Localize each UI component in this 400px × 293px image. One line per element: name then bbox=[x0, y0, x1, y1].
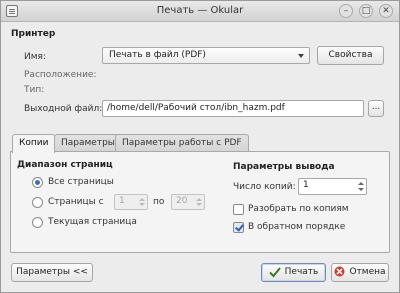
range-to-value: 20 bbox=[176, 196, 188, 206]
print-button-label: Печать bbox=[284, 267, 319, 277]
stepper-down-icon bbox=[139, 203, 145, 206]
range-from-value: 1 bbox=[119, 196, 125, 206]
stepper-up-icon bbox=[358, 182, 364, 185]
copies-count-label: Число копий: bbox=[233, 182, 296, 192]
output-file-input[interactable]: /home/dell/Рабочий стол/ibn_hazm.pdf bbox=[102, 100, 364, 117]
tab-pdf-options[interactable]: Параметры работы с PDF bbox=[115, 134, 249, 152]
tab-copies[interactable]: Копии bbox=[12, 134, 56, 153]
collate-checkbox[interactable] bbox=[233, 204, 244, 215]
close-icon[interactable]: ✕ bbox=[379, 4, 393, 18]
page-range-label: Страницы с bbox=[48, 197, 104, 207]
printer-select[interactable]: Печать в файл (PDF) bbox=[102, 47, 310, 64]
stepper-down-icon bbox=[196, 203, 202, 206]
checkmark-icon bbox=[268, 266, 281, 277]
copies-count-stepper[interactable]: 1 bbox=[298, 178, 367, 195]
printer-section-title: Принтер bbox=[11, 29, 56, 39]
current-page-label: Текущая страница bbox=[48, 217, 137, 227]
cancel-button-label: Отмена bbox=[349, 267, 386, 277]
copies-panel: Диапазон страниц Все страницы Страницы с… bbox=[10, 151, 390, 253]
cancel-button[interactable]: Отмена bbox=[331, 263, 389, 282]
all-pages-radio[interactable] bbox=[32, 177, 43, 188]
browse-button[interactable]: ... bbox=[368, 100, 384, 117]
range-to-label: по bbox=[153, 197, 165, 207]
stepper-down-icon bbox=[358, 188, 364, 191]
minimize-icon[interactable]: – bbox=[339, 4, 353, 18]
printer-name-label: Имя: bbox=[24, 52, 46, 62]
title-bar: Печать — Okular – □ ✕ bbox=[1, 1, 399, 22]
print-dialog: Печать — Okular – □ ✕ Принтер Имя: Печат… bbox=[0, 0, 400, 293]
reverse-order-label: В обратном порядке bbox=[248, 222, 346, 232]
stepper-up-icon bbox=[139, 198, 145, 201]
stepper-up-icon bbox=[196, 198, 202, 201]
type-label: Тип: bbox=[24, 85, 45, 95]
properties-button[interactable]: Свойства bbox=[317, 46, 384, 65]
printer-select-value: Печать в файл (PDF) bbox=[109, 50, 206, 60]
page-range-title: Диапазон страниц bbox=[17, 160, 113, 170]
current-page-radio[interactable] bbox=[32, 217, 43, 228]
options-toggle-button[interactable]: Параметры << bbox=[11, 263, 93, 282]
range-to-stepper[interactable]: 20 bbox=[171, 194, 205, 210]
collate-label: Разобрать по копиям bbox=[248, 204, 349, 214]
print-button[interactable]: Печать bbox=[261, 263, 326, 282]
all-pages-label: Все страницы bbox=[48, 177, 114, 187]
chevron-down-icon bbox=[298, 54, 304, 58]
output-file-label: Выходной файл: bbox=[24, 104, 103, 114]
reverse-order-checkbox[interactable] bbox=[233, 222, 244, 233]
cancel-icon bbox=[334, 266, 345, 277]
range-from-stepper[interactable]: 1 bbox=[114, 194, 148, 210]
output-settings-title: Параметры вывода bbox=[233, 162, 335, 172]
copies-count-value: 1 bbox=[303, 180, 309, 190]
page-range-radio[interactable] bbox=[32, 197, 43, 208]
maximize-icon[interactable]: □ bbox=[359, 4, 373, 18]
location-label: Расположение: bbox=[24, 70, 97, 80]
tab-options[interactable]: Параметры bbox=[54, 134, 122, 152]
